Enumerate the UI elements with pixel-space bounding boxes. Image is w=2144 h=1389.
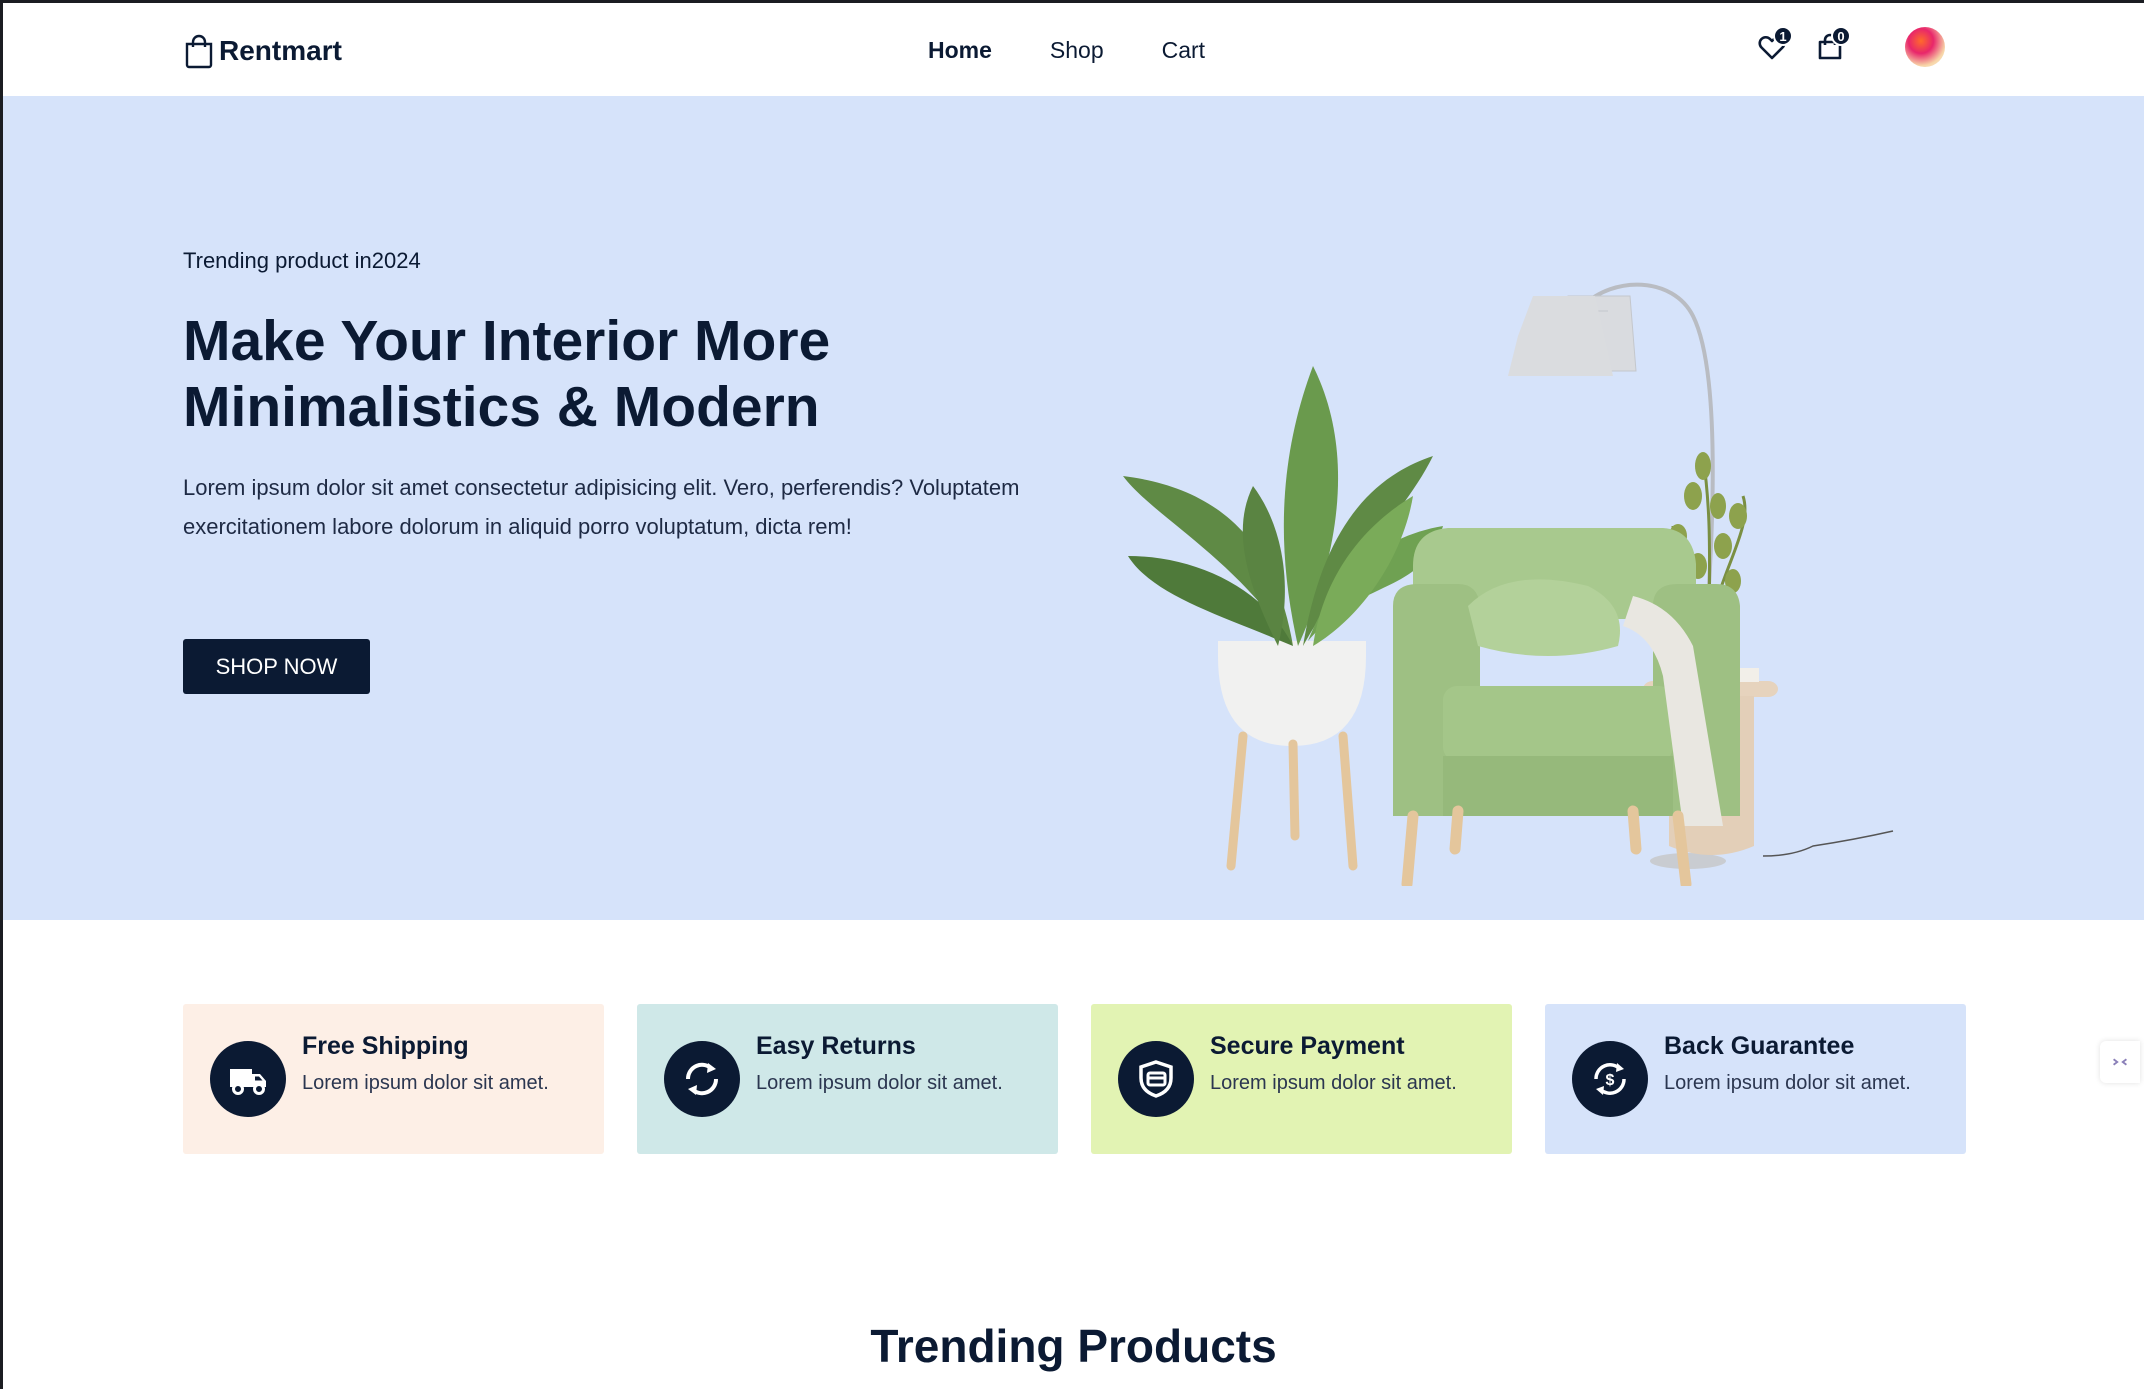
brand-logo[interactable]: Rentmart	[183, 33, 342, 69]
user-avatar[interactable]	[1905, 27, 1945, 67]
feature-text: Lorem ipsum dolor sit amet.	[756, 1072, 1003, 1094]
main-nav: Home Shop Cart	[928, 37, 1205, 64]
shopping-bag-icon	[185, 34, 213, 69]
nav-icons: 1 0	[1757, 26, 1945, 67]
feature-title: Easy Returns	[756, 1032, 916, 1060]
hero-title-line2: Minimalistics & Modern	[183, 375, 820, 439]
wishlist-count-badge: 1	[1773, 26, 1793, 46]
trending-products-heading: Trending Products	[870, 1320, 1277, 1372]
hero-title-line1: Make Your Interior More	[183, 309, 831, 373]
cart-button[interactable]: 0	[1815, 26, 1851, 66]
feature-card-payment: Secure Payment Lorem ipsum dolor sit ame…	[1091, 1004, 1512, 1154]
hero-description: Lorem ipsum dolor sit amet consectetur a…	[183, 475, 1020, 539]
feature-title: Free Shipping	[302, 1032, 469, 1060]
feature-cards: Free Shipping Lorem ipsum dolor sit amet…	[183, 1004, 1966, 1154]
wishlist-button[interactable]: 1	[1757, 26, 1793, 66]
truck-icon	[210, 1041, 286, 1117]
feature-text: Lorem ipsum dolor sit amet.	[1210, 1072, 1457, 1094]
side-widget-button[interactable]	[2100, 1041, 2140, 1083]
feature-card-guarantee: $ Back Guarantee Lorem ipsum dolor sit a…	[1545, 1004, 1966, 1154]
svg-text:$: $	[1606, 1072, 1615, 1089]
shop-now-button[interactable]: SHOP NOW	[183, 639, 370, 694]
shield-icon	[1118, 1041, 1194, 1117]
hero-title: Make Your Interior More Minimalistics & …	[183, 308, 1083, 440]
refresh-icon	[664, 1041, 740, 1117]
feature-card-returns: Easy Returns Lorem ipsum dolor sit amet.	[637, 1004, 1058, 1154]
hero-section: Trending product in2024 Make Your Interi…	[3, 96, 2144, 920]
feature-text: Lorem ipsum dolor sit amet.	[302, 1072, 549, 1094]
chevron-collapse-icon	[2113, 1058, 2127, 1066]
feature-title: Back Guarantee	[1664, 1032, 1855, 1060]
cart-count-badge: 0	[1831, 26, 1851, 46]
nav-link-home[interactable]: Home	[928, 37, 992, 64]
feature-title: Secure Payment	[1210, 1032, 1405, 1060]
brand-name: Rentmart	[219, 35, 342, 66]
hero-furniture-image	[1123, 282, 1894, 886]
feature-card-shipping: Free Shipping Lorem ipsum dolor sit amet…	[183, 1004, 604, 1154]
page: Rentmart Home Shop Cart 1 0 Trending pro…	[3, 3, 2144, 1389]
money-back-icon: $	[1572, 1041, 1648, 1117]
hero-tagline: Trending product in2024	[183, 248, 421, 273]
nav-link-cart[interactable]: Cart	[1162, 37, 1205, 64]
navbar: Rentmart Home Shop Cart 1 0	[3, 3, 2144, 96]
feature-text: Lorem ipsum dolor sit amet.	[1664, 1072, 1911, 1094]
nav-link-shop[interactable]: Shop	[1050, 37, 1104, 64]
